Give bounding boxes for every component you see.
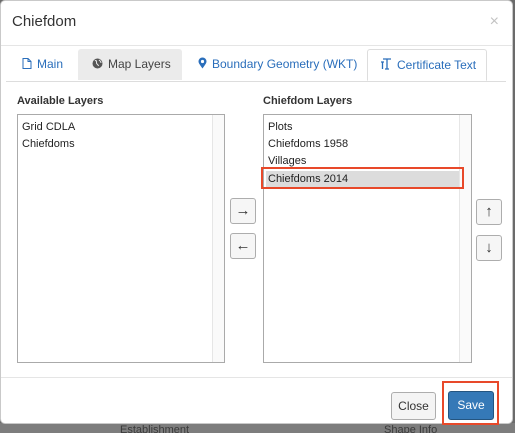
list-item[interactable]: Plots [268,119,292,135]
tab-certificate-text[interactable]: Certificate Text [367,49,487,81]
chiefdom-layers-scrollbar[interactable] [459,115,471,362]
map-marker-icon [198,49,207,80]
available-layers-scrollbar[interactable] [212,115,224,362]
tab-main[interactable]: Main [12,49,74,80]
tab-certificate-text-label: Certificate Text [397,58,477,72]
tab-map-layers[interactable]: Map Layers [78,49,182,80]
globe-icon [92,49,103,80]
tab-boundary-geometry[interactable]: Boundary Geometry (WKT) [188,49,364,80]
tab-bar: Main Map Layers Boundary Geometry (WKT) … [6,49,506,82]
background-page-strip: Establishment Shape Info [0,423,515,433]
text-format-icon [380,50,392,81]
tab-map-layers-label: Map Layers [108,57,171,71]
background-text-left: Establishment [120,424,190,433]
move-left-button[interactable]: ← [230,233,256,259]
move-right-button[interactable]: → [230,198,256,224]
tab-main-label: Main [37,57,64,71]
list-item[interactable]: Grid CDLA [22,119,75,135]
background-text-right: Shape Info [384,424,438,433]
list-item[interactable]: Chiefdoms [22,136,75,152]
close-button[interactable]: Close [391,392,436,420]
footer-divider [1,377,512,378]
chiefdom-layers-list[interactable]: Plots Chiefdoms 1958 Villages Chiefdoms … [263,114,472,363]
dialog-title: Chiefdom [12,13,77,30]
list-item-selected[interactable]: Chiefdoms 2014 [266,171,459,187]
available-layers-label: Available Layers [17,95,104,107]
list-item[interactable]: Chiefdoms 1958 [268,136,348,152]
available-layers-list[interactable]: Grid CDLA Chiefdoms [17,114,225,363]
file-icon [22,49,32,80]
chiefdom-layers-label: Chiefdom Layers [263,95,353,107]
list-item[interactable]: Villages [268,153,306,169]
save-button[interactable]: Save [448,391,494,420]
tab-boundary-geometry-label: Boundary Geometry (WKT) [212,57,358,71]
move-up-button[interactable]: ↑ [476,199,502,225]
chiefdom-dialog: Chiefdom × Main Map Layers Boundary Geom… [0,0,513,425]
dialog-header: Chiefdom × [1,1,512,46]
close-icon[interactable]: × [490,13,499,31]
move-down-button[interactable]: ↓ [476,235,502,261]
